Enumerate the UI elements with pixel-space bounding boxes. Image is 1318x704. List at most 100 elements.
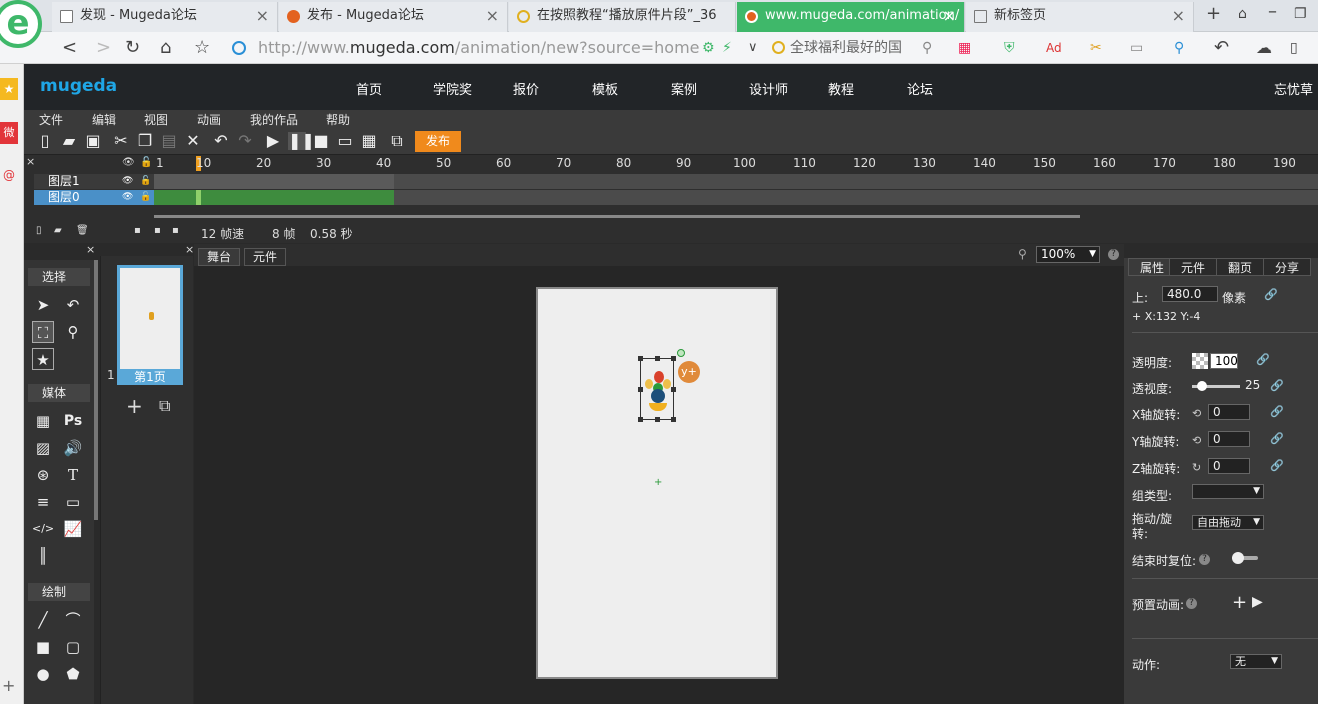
handle[interactable] — [655, 417, 660, 422]
pointer-icon[interactable]: ➤ — [32, 294, 54, 316]
tab-share[interactable]: 分享 — [1263, 258, 1311, 276]
timeline-ruler[interactable]: 1 10 20 30 40 50 60 70 80 90 100 110 120 130 140 150 160… — [154, 155, 1318, 171]
audio-icon[interactable]: 🔊 — [62, 437, 84, 459]
undo-icon[interactable]: ↶ — [212, 132, 230, 150]
handle[interactable] — [638, 356, 643, 361]
page-thumbnail[interactable] — [117, 265, 183, 385]
close-icon[interactable]: × — [26, 155, 35, 168]
help-icon[interactable]: ? — [1199, 554, 1210, 565]
lasso-icon[interactable]: ↶ — [62, 294, 84, 316]
link-icon[interactable]: 🔗 — [1270, 380, 1284, 392]
open-folder-icon[interactable]: ▰ — [60, 132, 78, 150]
tab-tutorial[interactable]: 在按照教程“播放原件片段”_36 — [509, 2, 736, 32]
menu-edit[interactable]: 编辑 — [92, 111, 116, 128]
favorites-icon[interactable]: ★ — [0, 78, 18, 100]
close-icon[interactable]: × — [1172, 2, 1185, 30]
new-tab-icon[interactable]: + — [1206, 4, 1221, 24]
lock-icon[interactable]: 🔓 — [140, 157, 152, 168]
perspective-slider[interactable] — [1192, 381, 1240, 391]
shirt-icon[interactable]: ⌂ — [1238, 4, 1247, 24]
refresh-icon[interactable]: ↻ — [125, 38, 140, 58]
close-icon[interactable]: × — [86, 243, 95, 256]
mugeda-logo[interactable]: mugeda — [40, 76, 117, 96]
preview-icon[interactable]: ▭ — [336, 132, 354, 150]
layer-row-selected[interactable]: 图层0 👁 🔓 — [34, 190, 154, 205]
video-icon[interactable]: ⊛ — [32, 464, 54, 486]
link-icon[interactable]: 🔗 — [1256, 354, 1270, 366]
close-icon[interactable]: × — [943, 2, 956, 30]
html-icon[interactable]: </> — [32, 518, 54, 540]
layer-row[interactable]: 图层1 👁 🔓 — [34, 174, 154, 189]
menu-my-works[interactable]: 我的作品 — [250, 111, 298, 128]
lightning-icon[interactable]: ⚡ — [722, 38, 732, 58]
add-icon[interactable]: + — [1232, 592, 1247, 613]
tab-stage[interactable]: 舞台 — [198, 248, 241, 266]
nav-tutorials[interactable]: 教程 — [828, 79, 854, 98]
ellipse-icon[interactable]: ● — [32, 663, 54, 685]
save-icon[interactable]: ▣ — [84, 132, 102, 150]
action-select[interactable]: 无 ▼ — [1230, 654, 1282, 669]
help-icon[interactable]: ? — [1108, 249, 1119, 260]
nav-cases[interactable]: 案例 — [671, 79, 697, 98]
link-icon[interactable]: 🔗 — [1270, 460, 1284, 472]
zoom-icon[interactable]: ⚲ — [1174, 38, 1184, 58]
chevron-down-icon[interactable]: ∨ — [748, 38, 758, 58]
layer-frames[interactable] — [154, 190, 1318, 205]
paste-icon[interactable]: ▤ — [160, 132, 178, 150]
tab-element[interactable]: 元件 — [1169, 258, 1217, 276]
magnifier-icon[interactable]: ⚲ — [922, 38, 932, 58]
menu-animation[interactable]: 动画 — [197, 111, 221, 128]
nav-pricing[interactable]: 报价 — [513, 79, 539, 98]
selection-box[interactable] — [638, 349, 685, 422]
close-icon[interactable]: × — [185, 243, 194, 256]
add-icon[interactable]: + — [2, 676, 15, 695]
mail-icon[interactable]: @ — [0, 164, 18, 186]
tab-publish[interactable]: 发布 - Mugeda论坛 × — [279, 2, 508, 32]
transform-icon[interactable]: ⛶ — [32, 321, 54, 343]
back-icon[interactable]: < — [62, 38, 77, 58]
handle[interactable] — [671, 387, 676, 392]
eye-icon[interactable]: 👁 — [122, 190, 133, 205]
nav-templates[interactable]: 模板 — [592, 79, 618, 98]
layer-tool-icon[interactable]: ▪ — [134, 225, 141, 236]
section-select[interactable]: 选择 — [28, 268, 90, 286]
home-icon[interactable]: ⌂ — [160, 38, 171, 58]
timeline-scrollbar[interactable] — [154, 215, 1080, 218]
slider-knob[interactable] — [1196, 381, 1207, 391]
barcode-icon[interactable]: ║ — [32, 545, 54, 567]
cloud-icon[interactable]: ☁ — [1256, 38, 1272, 58]
reset-toggle[interactable] — [1232, 552, 1258, 564]
chart-icon[interactable]: 📈 — [62, 518, 84, 540]
zoom-icon[interactable]: ⚲ — [62, 321, 84, 343]
play-icon[interactable]: ▶ — [264, 132, 282, 150]
image-icon[interactable]: ▨ — [32, 437, 54, 459]
lock-icon[interactable]: 🔓 — [140, 190, 151, 205]
layer-tool-icon[interactable]: ▪ — [172, 225, 179, 236]
undo-icon[interactable]: ↶ — [1214, 38, 1229, 58]
add-page-icon[interactable]: + — [126, 394, 143, 418]
rectangle-icon[interactable]: ■ — [32, 636, 54, 658]
tab-new[interactable]: 新标签页 × — [966, 2, 1194, 32]
tab-page-flip[interactable]: 翻页 — [1216, 258, 1264, 276]
nav-home[interactable]: 首页 — [356, 79, 382, 98]
screenshot-icon[interactable]: ✂ — [1090, 38, 1102, 58]
link-icon[interactable]: 🔗 — [1270, 433, 1284, 445]
handle[interactable] — [638, 387, 643, 392]
close-icon[interactable]: × — [256, 2, 269, 30]
copy-icon[interactable]: ❐ — [136, 132, 154, 150]
handle[interactable] — [671, 417, 676, 422]
restore-icon[interactable]: ❐ — [1294, 4, 1307, 24]
zoom-icon[interactable]: ⚲ — [1018, 247, 1027, 261]
speed-icon[interactable]: ⚙ — [702, 38, 715, 58]
delete-icon[interactable]: ✕ — [184, 132, 202, 150]
tab-animation[interactable]: www.mugeda.com/animation/ × — [737, 2, 965, 32]
shield-icon[interactable]: ⛨ — [1004, 38, 1015, 58]
grid-icon[interactable]: ▦ — [32, 410, 54, 432]
top-input[interactable]: 480.0 — [1162, 286, 1218, 302]
pdf-icon[interactable]: Ad — [1046, 38, 1062, 58]
xrot-input[interactable]: 0 — [1208, 404, 1250, 420]
game-icon[interactable]: ▭ — [1130, 38, 1143, 58]
section-draw[interactable]: 绘制 — [28, 583, 90, 601]
handle[interactable] — [638, 417, 643, 422]
stage-canvas[interactable]: y+ + — [536, 287, 778, 679]
